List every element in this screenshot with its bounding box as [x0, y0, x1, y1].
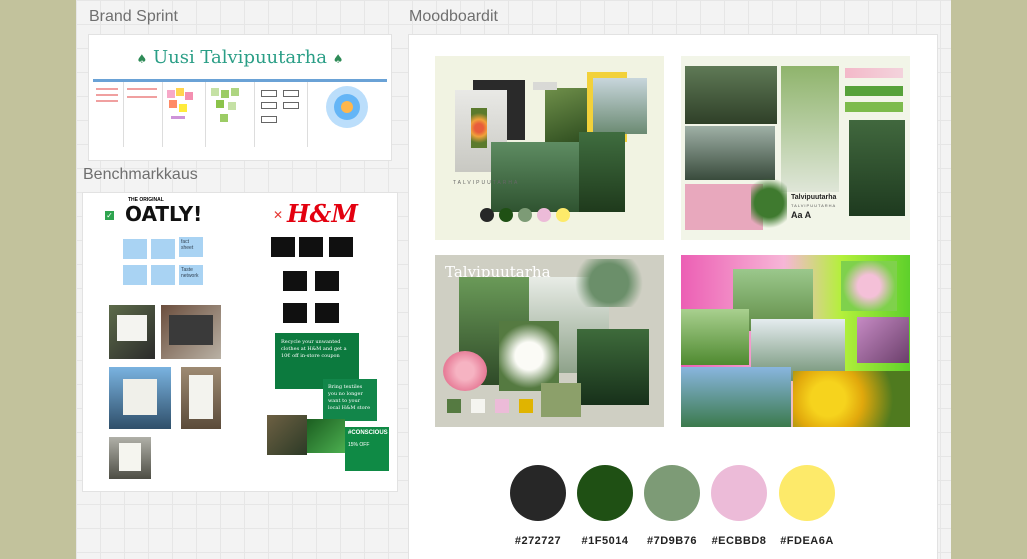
- sticky-note[interactable]: fact sheet: [179, 237, 203, 257]
- oatly-poster-image[interactable]: [109, 437, 151, 479]
- oatly-poster-image[interactable]: [109, 305, 155, 359]
- black-note[interactable]: [283, 271, 307, 291]
- sticky-note[interactable]: [123, 265, 147, 285]
- oatly-poster-image[interactable]: [161, 305, 221, 359]
- close-icon[interactable]: ✕: [273, 208, 283, 222]
- greenhouse-image: [593, 78, 647, 134]
- hm-logo: H&M: [287, 199, 358, 228]
- orchid-image: [499, 321, 559, 391]
- moodboard-4[interactable]: [681, 255, 910, 427]
- black-note[interactable]: [283, 303, 307, 323]
- leaf-icon: ♠: [332, 52, 344, 66]
- leaf-icon: ♠: [136, 52, 148, 66]
- black-note[interactable]: [329, 237, 353, 257]
- frame-benchmark[interactable]: ✓ THE ORIGINAL OATLY! ✕ H&M fact sheet T…: [83, 193, 397, 491]
- moodboard-3[interactable]: Talvipuutarha: [435, 255, 664, 427]
- rose-image: [443, 351, 487, 391]
- woman-portrait-image: [781, 66, 839, 192]
- frame-label-benchmark[interactable]: Benchmarkkaus: [83, 166, 198, 184]
- palette-swatch-4[interactable]: [711, 465, 767, 521]
- palette-hex-label: #FDEA6A: [780, 535, 834, 547]
- moodboard-2[interactable]: Talvipuutarha TALVIPUUTARHA Aa A: [681, 56, 910, 240]
- lotus-image: [841, 261, 897, 311]
- hm-store-image[interactable]: [267, 415, 307, 455]
- turtle-image: [685, 66, 777, 124]
- plant-image: [751, 172, 787, 234]
- moodboard-1[interactable]: TALVIPUUTARHA: [435, 56, 664, 240]
- board-title: ♠ Uusi Talvipuutarha ♠: [136, 47, 344, 68]
- hm-store-image[interactable]: [307, 419, 345, 453]
- oatly-logo: OATLY!: [125, 202, 203, 226]
- palette-swatch-2[interactable]: [577, 465, 633, 521]
- sticky-note[interactable]: [151, 239, 175, 259]
- palette-swatch-3[interactable]: [644, 465, 700, 521]
- park-image: [681, 367, 791, 427]
- frame-moodboard[interactable]: TALVIPUUTARHA Talvipuutarha TALVIPUUTARH…: [409, 35, 937, 559]
- whiteboard-canvas[interactable]: Brand Sprint ♠ Uusi Talvipuutarha ♠ Benc…: [76, 0, 951, 559]
- sprint-grid: [93, 79, 387, 152]
- lawn-image: [681, 309, 749, 365]
- hm-ad-image[interactable]: Bring textiles you no longer want to you…: [323, 379, 377, 421]
- oatly-billboard-image[interactable]: [109, 367, 171, 429]
- black-note[interactable]: [315, 303, 339, 323]
- frame-label-moodboard[interactable]: Moodboardit: [409, 8, 498, 26]
- checkbox-icon[interactable]: ✓: [105, 211, 114, 220]
- frame-label-brand-sprint[interactable]: Brand Sprint: [89, 8, 178, 26]
- sticky-note[interactable]: [151, 265, 175, 285]
- sticky-note[interactable]: [123, 239, 147, 259]
- palette-swatch-5[interactable]: [779, 465, 835, 521]
- cactus-image: [567, 259, 651, 307]
- flowers-image: [471, 108, 487, 148]
- black-note[interactable]: [315, 271, 339, 291]
- frame-brand-sprint[interactable]: ♠ Uusi Talvipuutarha ♠: [89, 35, 391, 160]
- hm-conscious-image[interactable]: #CONSCIOUS 15% OFF: [345, 427, 389, 471]
- black-note[interactable]: [271, 237, 295, 257]
- oatly-billboard-image[interactable]: [181, 367, 221, 429]
- black-note[interactable]: [299, 237, 323, 257]
- greenhouse-image: [491, 142, 587, 212]
- palette-swatch-1[interactable]: [510, 465, 566, 521]
- sunflower-image: [793, 371, 910, 427]
- sticky-note[interactable]: Taste network: [179, 265, 203, 285]
